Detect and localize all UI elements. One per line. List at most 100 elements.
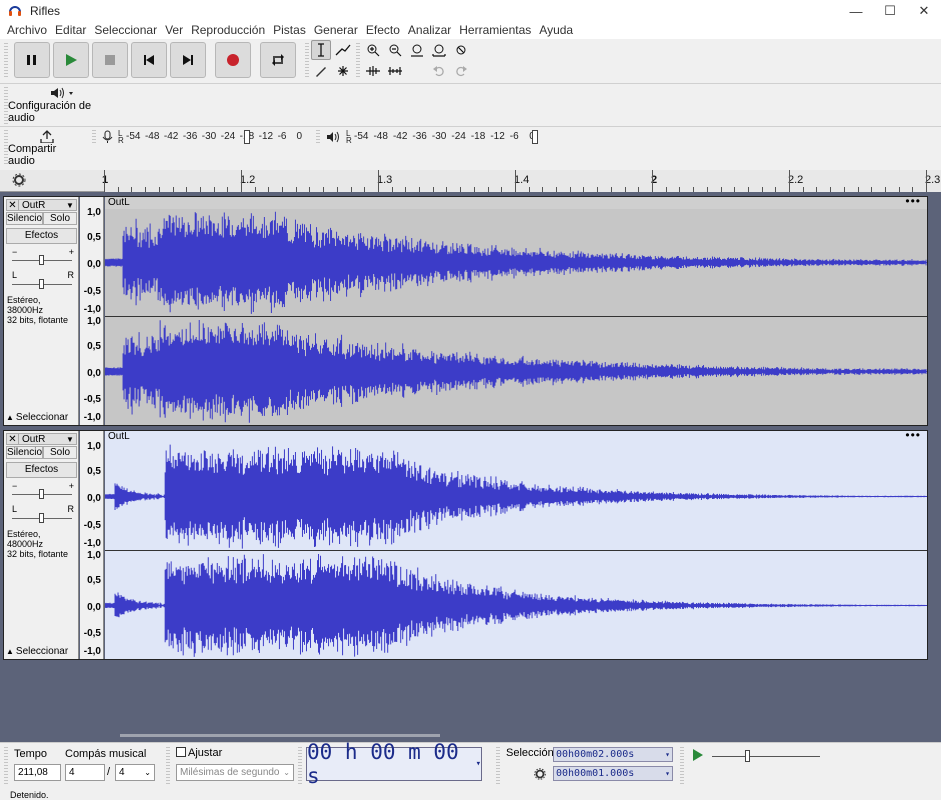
snap-checkbox[interactable] [176, 747, 186, 757]
time-display[interactable]: 00 h 00 m 00 s ▾ [306, 740, 482, 788]
gain-slider[interactable] [12, 253, 72, 267]
gear-icon[interactable] [12, 173, 26, 187]
horizontal-scrollbar[interactable] [120, 734, 440, 737]
pause-button[interactable] [14, 42, 50, 78]
mute-button[interactable]: Silencio [6, 446, 44, 459]
track-control-panel[interactable]: ✕ OutR ▼ Silencio Solo Efectos − + LR Est… [4, 197, 79, 425]
audio-setup-button[interactable]: Configuración de audio [8, 84, 116, 126]
edit-grip[interactable] [356, 43, 360, 79]
time-signature-numerator[interactable]: 4 [65, 764, 105, 781]
menu-seleccionar[interactable]: Seleccionar [90, 22, 161, 39]
minimize-button[interactable]: — [839, 0, 873, 22]
multi-tool-button[interactable] [333, 61, 353, 81]
share-audio-button[interactable]: Compartir audio [8, 129, 86, 167]
selection-end-field[interactable]: 00h00m01.000s ▾ [553, 766, 673, 781]
gain-slider[interactable] [12, 487, 72, 501]
ruler-scale[interactable]: 1 1.2 1.3 1.4 2 2.2 2.3 [102, 170, 941, 192]
clip-header[interactable]: OutL ••• [105, 195, 927, 209]
silence-button[interactable] [385, 61, 405, 81]
menu-analizar[interactable]: Analizar [404, 22, 455, 39]
collapse-icon[interactable]: ▲ [6, 413, 14, 422]
clip-header[interactable]: OutL ••• [105, 429, 927, 443]
record-button[interactable] [215, 42, 251, 78]
waveform-channel-right[interactable] [105, 552, 927, 659]
waveform-channel-right[interactable] [105, 318, 927, 425]
play-at-speed-icon[interactable] [692, 749, 704, 761]
toolbar-grip[interactable] [4, 43, 8, 79]
loop-button[interactable] [260, 42, 296, 78]
solo-button[interactable]: Solo [43, 446, 77, 459]
track-header[interactable]: ✕ OutR ▼ [6, 199, 77, 211]
undo-button[interactable] [429, 61, 449, 81]
close-button[interactable]: ✕ [907, 0, 941, 22]
fit-project-button[interactable] [429, 40, 449, 60]
snap-unit-select[interactable]: Milésimas de segundo ⌄ [176, 764, 294, 781]
select-track-button[interactable]: ▲ Seleccionar [6, 645, 77, 657]
more-options-icon[interactable]: ••• [905, 195, 921, 207]
trim-button[interactable] [363, 61, 383, 81]
playback-speed-slider[interactable] [712, 756, 820, 757]
solo-button[interactable]: Solo [43, 212, 77, 225]
gain-slider-thumb[interactable] [39, 489, 44, 499]
tempo-field[interactable]: 211,08 [14, 764, 61, 781]
select-track-button[interactable]: ▲ Seleccionar [6, 411, 77, 423]
effects-button[interactable]: Efectos [6, 462, 77, 478]
menu-efecto[interactable]: Efecto [362, 22, 404, 39]
menu-herramientas[interactable]: Herramientas [455, 22, 535, 39]
mute-button[interactable]: Silencio [6, 212, 44, 225]
selection-start-field[interactable]: 00h00m02.000s ▾ [553, 747, 673, 762]
track-header[interactable]: ✕ OutR ▼ [6, 433, 77, 445]
pan-slider[interactable] [12, 277, 72, 291]
waveform-channel-left[interactable] [105, 443, 927, 551]
audio-track[interactable]: ✕ OutR ▼ Silencio Solo Efectos − + LR Est… [3, 195, 928, 426]
timeline-ruler[interactable]: 1 1.2 1.3 1.4 2 2.2 2.3 [0, 170, 941, 192]
menu-reproduccion[interactable]: Reproducción [187, 22, 269, 39]
redo-button[interactable] [451, 61, 471, 81]
draw-tool-button[interactable] [311, 61, 331, 81]
close-track-icon[interactable]: ✕ [7, 433, 19, 445]
zoom-in-button[interactable] [363, 40, 383, 60]
chevron-down-icon[interactable]: ▼ [66, 201, 76, 210]
menu-ayuda[interactable]: Ayuda [535, 22, 577, 39]
tools-grip[interactable] [305, 43, 309, 79]
time-signature-denominator[interactable]: 4 ⌄ [115, 764, 155, 781]
vertical-scale[interactable]: 1,0 0,5 0,0 -0,5 -1,0 1,0 0,5 0,0 -0,5 -1,0 [80, 431, 104, 659]
fit-selection-button[interactable] [407, 40, 427, 60]
waveform-area[interactable]: OutL ••• [105, 195, 927, 425]
menu-archivo[interactable]: Archivo [3, 22, 51, 39]
zoom-toggle-button[interactable] [451, 40, 471, 60]
menu-ver[interactable]: Ver [161, 22, 187, 39]
envelope-tool-button[interactable] [333, 40, 353, 60]
play-button[interactable] [53, 42, 89, 78]
pan-slider[interactable] [12, 511, 72, 525]
waveform-area[interactable]: OutL ••• [105, 429, 927, 659]
waveform-channel-left[interactable] [105, 209, 927, 317]
pan-slider-thumb[interactable] [39, 279, 44, 289]
vertical-scale[interactable]: 1,0 0,5 0,0 -0,5 -1,0 1,0 0,5 0,0 -0,5 -1,0 [80, 197, 104, 425]
stop-button[interactable] [92, 42, 128, 78]
audio-track[interactable]: ✕ OutR ▼ Silencio Solo Efectos − + LR Est… [3, 429, 928, 660]
skip-start-button[interactable] [131, 42, 167, 78]
meter-slider-thumb[interactable] [244, 130, 250, 144]
more-options-icon[interactable]: ••• [905, 429, 921, 441]
speed-slider-thumb[interactable] [745, 750, 750, 762]
collapse-icon[interactable]: ▲ [6, 647, 14, 656]
selection-tool-button[interactable] [311, 40, 331, 60]
zoom-out-button[interactable] [385, 40, 405, 60]
track-name[interactable]: OutR [19, 200, 66, 211]
gear-icon[interactable] [534, 768, 546, 780]
menu-editar[interactable]: Editar [51, 22, 90, 39]
playback-meter[interactable]: LR -54-48-42-36-30-24-18-12-60 [316, 129, 546, 145]
pan-slider-thumb[interactable] [39, 513, 44, 523]
menu-generar[interactable]: Generar [310, 22, 362, 39]
meter-slider-thumb[interactable] [532, 130, 538, 144]
skip-end-button[interactable] [170, 42, 206, 78]
gain-slider-thumb[interactable] [39, 255, 44, 265]
close-track-icon[interactable]: ✕ [7, 199, 19, 211]
record-meter[interactable]: LR -54-48-42-36-30-24-18-12-60 [92, 129, 312, 145]
effects-button[interactable]: Efectos [6, 228, 77, 244]
track-name[interactable]: OutR [19, 434, 66, 445]
track-control-panel[interactable]: ✕ OutR ▼ Silencio Solo Efectos − + LR Est… [4, 431, 79, 659]
chevron-down-icon[interactable]: ▼ [66, 435, 76, 444]
menu-pistas[interactable]: Pistas [269, 22, 310, 39]
